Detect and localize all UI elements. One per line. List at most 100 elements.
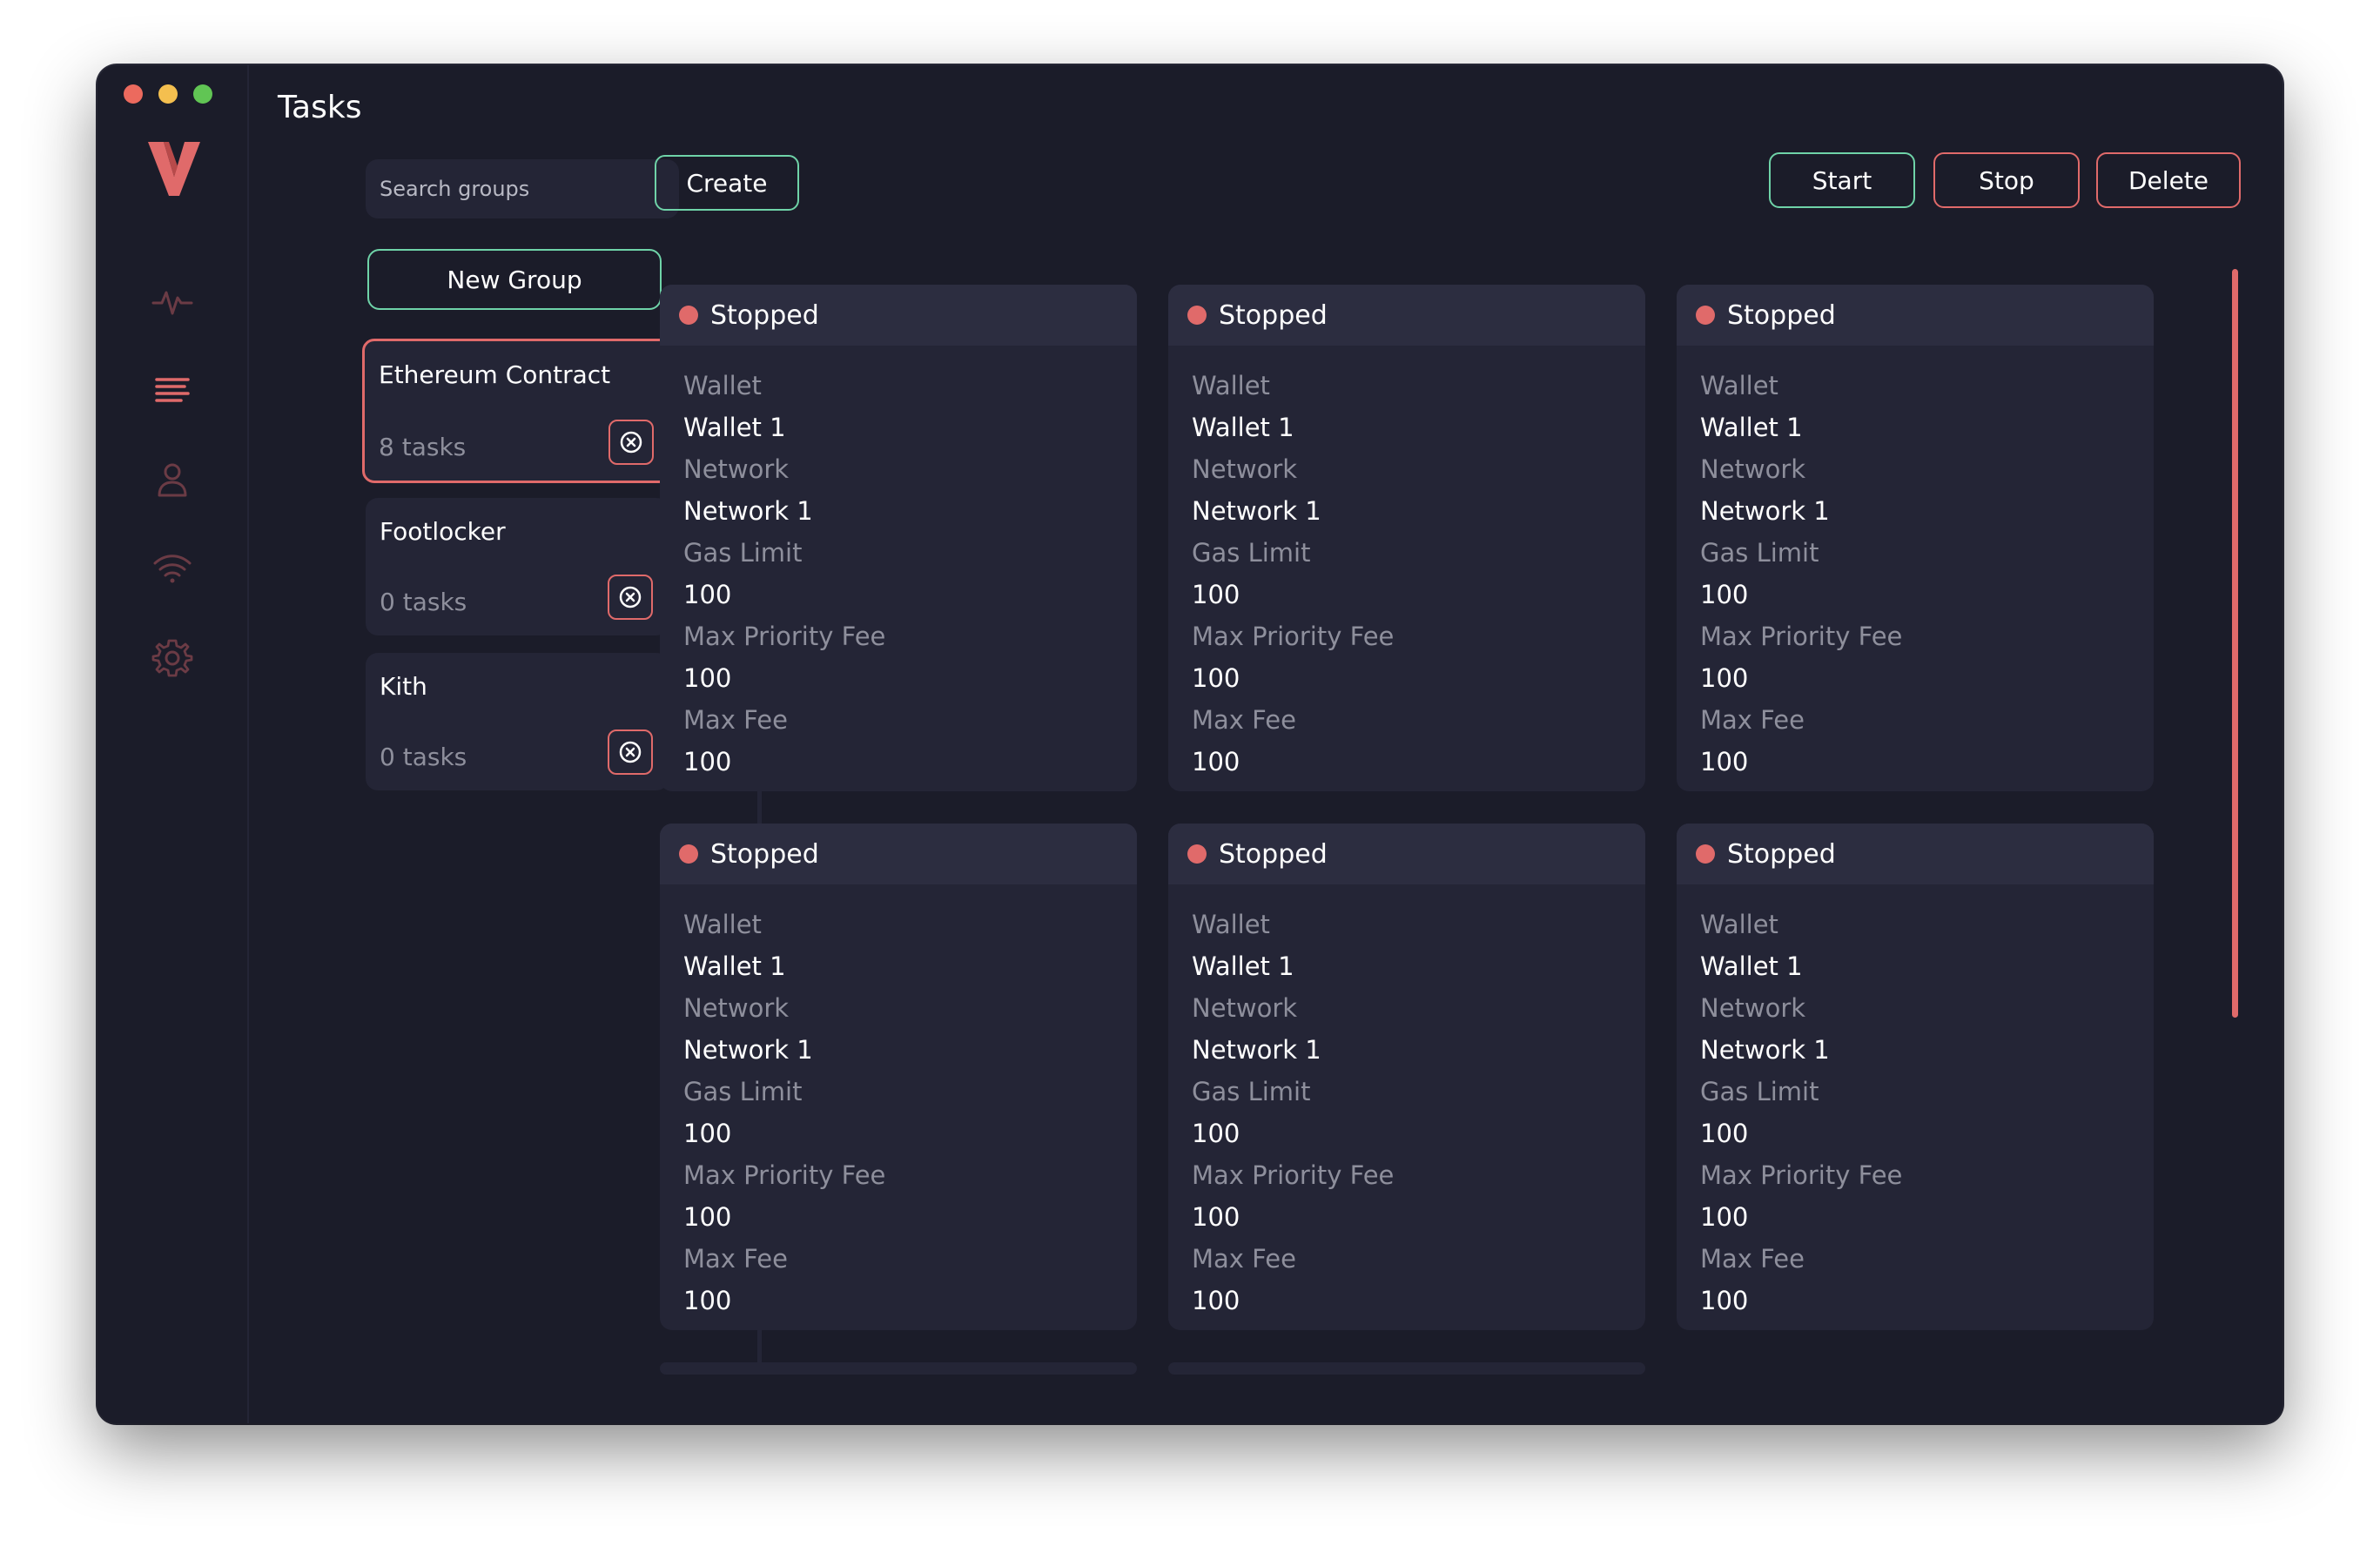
- close-window-button[interactable]: [124, 84, 143, 104]
- tasks-list-icon[interactable]: [150, 367, 195, 413]
- network-value: Network 1: [1192, 1035, 1321, 1065]
- max-priority-fee-value: 100: [1192, 663, 1240, 693]
- wallet-label: Wallet: [683, 910, 762, 939]
- delete-group-button[interactable]: [608, 575, 653, 620]
- network-value: Network 1: [1700, 496, 1830, 526]
- group-name: Footlocker: [380, 517, 506, 546]
- max-fee-label: Max Fee: [1700, 1244, 1805, 1274]
- gas-limit-value: 100: [1700, 1119, 1749, 1148]
- status-dot-icon: [679, 306, 698, 325]
- minimize-window-button[interactable]: [158, 84, 178, 104]
- task-status: Stopped: [1219, 838, 1328, 870]
- task-card[interactable]: Stopped Wallet Wallet 1 Network Network …: [660, 285, 1137, 791]
- max-priority-fee-label: Max Priority Fee: [1700, 1160, 1903, 1190]
- activity-icon[interactable]: [150, 279, 195, 324]
- app-window: Tasks New Group Ethereum Contract 8 task…: [97, 65, 2283, 1423]
- wallet-label: Wallet: [1192, 910, 1270, 939]
- close-circle-icon: [619, 741, 642, 763]
- task-card-partial[interactable]: [1168, 1362, 1645, 1375]
- group-card-kith[interactable]: Kith 0 tasks: [366, 653, 669, 790]
- search-groups-input[interactable]: [366, 159, 679, 218]
- task-card-header: Stopped: [1677, 824, 2154, 884]
- max-priority-fee-label: Max Priority Fee: [683, 1160, 886, 1190]
- network-label: Network: [1192, 454, 1298, 484]
- gas-limit-value: 100: [1192, 580, 1240, 609]
- status-dot-icon: [1696, 306, 1715, 325]
- wallet-value: Wallet 1: [683, 951, 786, 981]
- wallet-label: Wallet: [1700, 371, 1778, 400]
- gas-limit-value: 100: [683, 580, 732, 609]
- gas-limit-value: 100: [1700, 580, 1749, 609]
- task-card-header: Stopped: [1168, 285, 1645, 346]
- network-value: Network 1: [683, 496, 813, 526]
- status-dot-icon: [679, 844, 698, 864]
- task-card-partial[interactable]: [660, 1362, 1137, 1375]
- max-fee-label: Max Fee: [1192, 705, 1296, 735]
- wallet-label: Wallet: [1700, 910, 1778, 939]
- max-priority-fee-value: 100: [1700, 663, 1749, 693]
- stop-button[interactable]: Stop: [1933, 152, 2080, 208]
- task-card[interactable]: Stopped Wallet Wallet 1 Network Network …: [1677, 285, 2154, 791]
- max-priority-fee-label: Max Priority Fee: [1192, 622, 1395, 651]
- gas-limit-label: Gas Limit: [683, 1077, 803, 1106]
- max-fee-label: Max Fee: [683, 705, 788, 735]
- wallet-value: Wallet 1: [1192, 413, 1294, 442]
- task-card[interactable]: Stopped Wallet Wallet 1 Network Network …: [1677, 824, 2154, 1330]
- gas-limit-label: Gas Limit: [1700, 538, 1819, 568]
- wallet-label: Wallet: [1192, 371, 1270, 400]
- zoom-window-button[interactable]: [193, 84, 212, 104]
- wifi-icon[interactable]: [150, 546, 195, 591]
- max-fee-value: 100: [1192, 747, 1240, 776]
- max-fee-value: 100: [1192, 1286, 1240, 1315]
- task-card[interactable]: Stopped Wallet Wallet 1 Network Network …: [1168, 285, 1645, 791]
- task-card-header: Stopped: [1677, 285, 2154, 346]
- wallet-value: Wallet 1: [1700, 413, 1803, 442]
- task-status: Stopped: [1727, 838, 1836, 870]
- groups-panel: New Group Ethereum Contract 8 tasks Foot…: [263, 65, 762, 1423]
- wallet-label: Wallet: [683, 371, 762, 400]
- status-dot-icon: [1187, 306, 1207, 325]
- gear-icon[interactable]: [150, 635, 195, 681]
- close-circle-icon: [619, 586, 642, 608]
- delete-button[interactable]: Delete: [2096, 152, 2241, 208]
- max-priority-fee-value: 100: [1192, 1202, 1240, 1232]
- gas-limit-value: 100: [1192, 1119, 1240, 1148]
- max-fee-label: Max Fee: [683, 1244, 788, 1274]
- network-label: Network: [1192, 993, 1298, 1023]
- delete-group-button[interactable]: [608, 420, 654, 465]
- network-label: Network: [683, 993, 790, 1023]
- max-priority-fee-value: 100: [1700, 1202, 1749, 1232]
- new-group-button[interactable]: New Group: [367, 249, 662, 310]
- start-button[interactable]: Start: [1769, 152, 1915, 208]
- network-value: Network 1: [1700, 1035, 1830, 1065]
- max-fee-label: Max Fee: [1192, 1244, 1296, 1274]
- gas-limit-value: 100: [683, 1119, 732, 1148]
- network-value: Network 1: [1192, 496, 1321, 526]
- status-dot-icon: [1187, 844, 1207, 864]
- network-label: Network: [1700, 454, 1806, 484]
- task-card-header: Stopped: [1168, 824, 1645, 884]
- group-name: Kith: [380, 672, 427, 701]
- max-priority-fee-value: 100: [683, 663, 732, 693]
- task-card[interactable]: Stopped Wallet Wallet 1 Network Network …: [660, 824, 1137, 1330]
- network-label: Network: [683, 454, 790, 484]
- delete-group-button[interactable]: [608, 729, 653, 775]
- task-status: Stopped: [710, 299, 819, 331]
- max-fee-label: Max Fee: [1700, 705, 1805, 735]
- gas-limit-label: Gas Limit: [1192, 1077, 1311, 1106]
- gas-limit-label: Gas Limit: [683, 538, 803, 568]
- task-status: Stopped: [710, 838, 819, 870]
- max-priority-fee-label: Max Priority Fee: [1700, 622, 1903, 651]
- tasks-scrollbar[interactable]: [2232, 269, 2238, 1018]
- group-card-ethereum-contract[interactable]: Ethereum Contract 8 tasks: [362, 339, 672, 483]
- max-fee-value: 100: [1700, 747, 1749, 776]
- task-card-header: Stopped: [660, 824, 1137, 884]
- user-icon[interactable]: [150, 457, 195, 502]
- network-label: Network: [1700, 993, 1806, 1023]
- max-priority-fee-label: Max Priority Fee: [683, 622, 886, 651]
- group-card-footlocker[interactable]: Footlocker 0 tasks: [366, 498, 669, 635]
- create-button[interactable]: Create: [655, 155, 799, 211]
- group-task-count: 0 tasks: [380, 743, 467, 771]
- v-logo[interactable]: [143, 137, 205, 199]
- task-card[interactable]: Stopped Wallet Wallet 1 Network Network …: [1168, 824, 1645, 1330]
